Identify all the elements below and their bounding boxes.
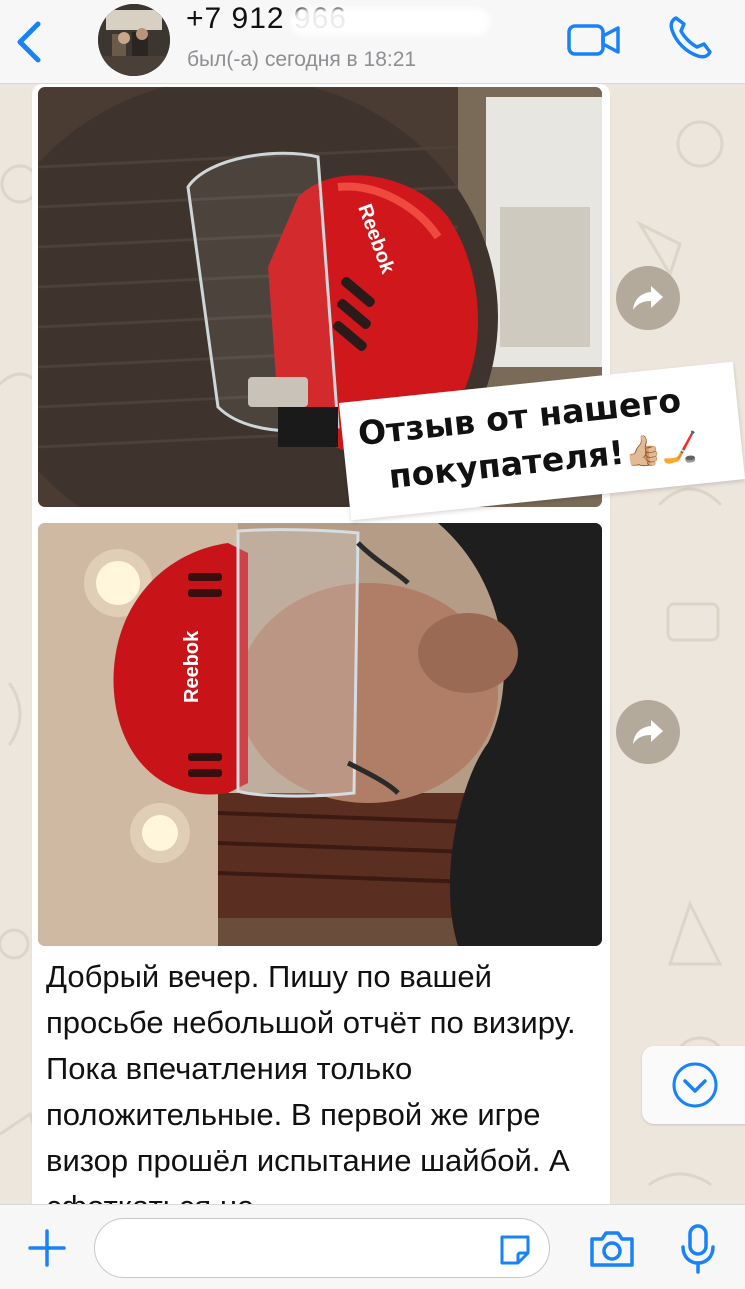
message-input[interactable] <box>94 1218 550 1278</box>
video-call-button[interactable] <box>566 22 622 58</box>
forward-arrow-icon <box>633 286 663 310</box>
scroll-to-bottom-button[interactable] <box>642 1046 745 1124</box>
forward-button[interactable] <box>616 266 680 330</box>
thumbs-up-hockey-emoji-icon: 👍🏼🏒 <box>622 428 701 472</box>
voice-call-button[interactable] <box>666 14 714 62</box>
video-camera-icon <box>567 24 620 56</box>
camera-icon <box>590 1231 634 1267</box>
attach-button[interactable] <box>26 1227 68 1269</box>
microphone-icon <box>681 1224 715 1274</box>
plus-icon <box>28 1229 66 1267</box>
contact-name-redaction <box>290 8 490 36</box>
camera-button[interactable] <box>588 1229 636 1269</box>
contact-last-seen: был(-а) сегодня в 18:21 <box>187 48 417 71</box>
phone-icon <box>669 16 712 59</box>
forward-button-2[interactable] <box>616 700 680 764</box>
chevron-down-circle-icon <box>672 1062 718 1108</box>
sticker-icon <box>500 1235 530 1265</box>
message-photo-selfie[interactable]: Reebok <box>38 523 602 946</box>
selfie-photo-image: Reebok <box>38 523 602 946</box>
back-button[interactable] <box>14 20 48 64</box>
contact-avatar[interactable] <box>98 4 170 76</box>
message-input-bar <box>0 1204 745 1289</box>
helmet-brand-logo-2: Reebok <box>181 630 203 703</box>
sticker-button[interactable] <box>496 1231 534 1269</box>
chevron-left-icon <box>17 21 41 63</box>
chat-header: +7 912 966 был(-а) сегодня в 18:21 <box>0 0 745 84</box>
voice-message-button[interactable] <box>678 1223 718 1275</box>
avatar-image <box>98 4 170 76</box>
message-text: Добрый вечер. Пишу по вашей просьбе небо… <box>46 959 576 1204</box>
forward-arrow-icon <box>633 720 663 744</box>
